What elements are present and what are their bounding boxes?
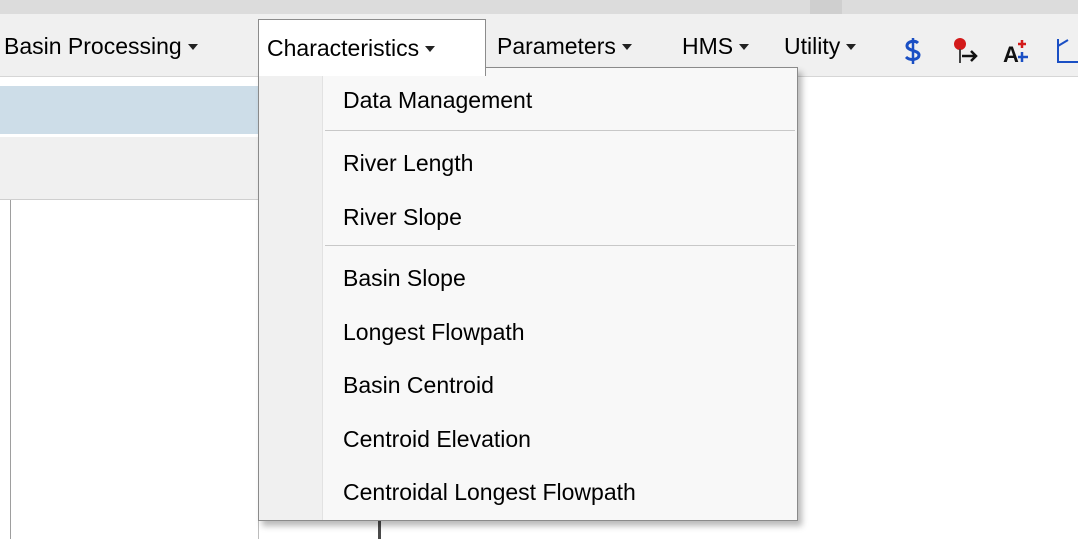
axis-icon[interactable] [1054, 36, 1078, 66]
dollar-symbol-icon[interactable] [898, 36, 928, 66]
window-top-tab [810, 0, 842, 14]
menu-item-centroid-elevation[interactable]: Centroid Elevation [343, 426, 531, 453]
menu-characteristics-label: Characteristics [267, 35, 420, 61]
menu-icon-gutter [259, 68, 323, 520]
chevron-down-icon [739, 44, 750, 50]
menu-parameters-label: Parameters [497, 33, 616, 59]
menu-basin-processing[interactable]: Basin Processing [4, 31, 198, 61]
menu-basin-processing-label: Basin Processing [4, 33, 182, 59]
menu-item-data-management[interactable]: Data Management [343, 87, 532, 114]
chevron-down-icon [187, 44, 198, 50]
svg-text:A: A [1003, 42, 1019, 66]
menu-item-basin-slope[interactable]: Basin Slope [343, 265, 466, 292]
menu-item-river-length[interactable]: River Length [343, 150, 473, 177]
panel-divider [10, 200, 11, 539]
window-top-frame [0, 0, 1078, 14]
panel-selected-row[interactable] [0, 86, 258, 134]
chevron-down-icon [425, 46, 436, 52]
menu-utility[interactable]: Utility [784, 31, 857, 61]
menu-parameters[interactable]: Parameters [497, 31, 632, 61]
menu-characteristics[interactable]: Characteristics [258, 19, 486, 76]
menu-separator [325, 245, 795, 246]
chevron-down-icon [846, 44, 857, 50]
menu-item-basin-centroid[interactable]: Basin Centroid [343, 372, 494, 399]
menu-separator [325, 130, 795, 131]
menu-hms-label: HMS [682, 33, 734, 59]
menu-item-centroidal-longest-flowpath[interactable]: Centroidal Longest Flowpath [343, 479, 636, 506]
characteristics-dropdown-menu: Data Management River Length River Slope… [258, 67, 798, 521]
menu-item-longest-flowpath[interactable]: Longest Flowpath [343, 319, 525, 346]
menu-item-river-slope[interactable]: River Slope [343, 204, 462, 231]
chevron-down-icon [621, 44, 632, 50]
menu-hms[interactable]: HMS [682, 31, 750, 61]
pin-arrow-icon[interactable] [950, 36, 980, 66]
menu-utility-label: Utility [784, 33, 841, 59]
panel-toolbar [0, 137, 258, 200]
text-add-icon[interactable]: A [1002, 36, 1032, 66]
